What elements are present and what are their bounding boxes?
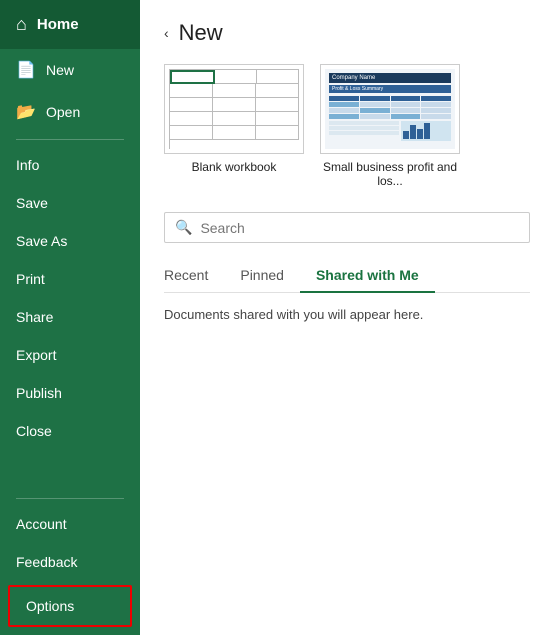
sidebar-item-feedback[interactable]: Feedback: [0, 543, 140, 581]
sidebar-item-print[interactable]: Print: [0, 260, 140, 298]
sidebar-item-publish[interactable]: Publish: [0, 374, 140, 412]
sidebar-item-save-as-label: Save As: [16, 233, 67, 249]
home-icon: ⌂: [16, 14, 27, 35]
sidebar-item-export[interactable]: Export: [0, 336, 140, 374]
tabs-row: Recent Pinned Shared with Me: [164, 259, 530, 293]
sidebar-divider-1: [16, 139, 124, 140]
shared-empty-message: Documents shared with you will appear he…: [164, 307, 530, 322]
sidebar-item-share[interactable]: Share: [0, 298, 140, 336]
template-blank-label: Blank workbook: [192, 160, 277, 174]
sidebar-item-info[interactable]: Info: [0, 146, 140, 184]
sidebar-home-label: Home: [37, 16, 79, 33]
sidebar-item-export-label: Export: [16, 347, 56, 363]
page-title: New: [179, 20, 223, 46]
sidebar-item-save-label: Save: [16, 195, 48, 211]
template-business-thumb: Company Name Profit & Loss Summary: [320, 64, 460, 154]
sidebar-item-close[interactable]: Close: [0, 412, 140, 450]
biz-header: Company Name: [329, 73, 451, 83]
sidebar-item-open-label: Open: [46, 104, 80, 120]
sidebar-item-save-as[interactable]: Save As: [0, 222, 140, 260]
options-label: Options: [26, 598, 74, 614]
sidebar-item-new[interactable]: 📄 New: [0, 49, 140, 91]
templates-row: Blank workbook Company Name Profit & Los…: [164, 64, 530, 188]
sidebar-item-open[interactable]: 📂 Open: [0, 91, 140, 133]
sidebar-item-new-label: New: [46, 62, 74, 78]
sidebar-item-print-label: Print: [16, 271, 45, 287]
open-icon: 📂: [16, 102, 36, 122]
collapse-chevron-icon[interactable]: ‹: [164, 25, 169, 41]
business-preview: Company Name Profit & Loss Summary: [325, 69, 455, 149]
template-business[interactable]: Company Name Profit & Loss Summary: [320, 64, 460, 188]
biz-subheader: Profit & Loss Summary: [329, 85, 451, 93]
sidebar-item-share-label: Share: [16, 309, 53, 325]
sidebar-item-info-label: Info: [16, 157, 39, 173]
sidebar-item-close-label: Close: [16, 423, 52, 439]
sidebar-item-feedback-label: Feedback: [16, 554, 77, 570]
search-icon: 🔍: [175, 219, 192, 236]
blank-workbook-preview: [169, 69, 299, 149]
tab-pinned[interactable]: Pinned: [224, 259, 300, 293]
search-box[interactable]: 🔍: [164, 212, 530, 243]
tab-recent[interactable]: Recent: [164, 259, 224, 293]
search-input[interactable]: [200, 220, 519, 236]
sidebar-item-home[interactable]: ⌂ Home: [0, 0, 140, 49]
grid-preview: [169, 69, 299, 149]
sidebar-bottom: Account Feedback Options: [0, 492, 140, 635]
main-header: ‹ New: [164, 20, 530, 46]
new-icon: 📄: [16, 60, 36, 80]
sidebar-item-publish-label: Publish: [16, 385, 62, 401]
tab-shared-with-me[interactable]: Shared with Me: [300, 259, 435, 293]
main-content: ‹ New: [140, 0, 554, 635]
sidebar-item-account-label: Account: [16, 516, 67, 532]
template-business-label: Small business profit and los...: [320, 160, 460, 188]
sidebar-item-save[interactable]: Save: [0, 184, 140, 222]
options-button[interactable]: Options: [8, 585, 132, 627]
sidebar-item-account[interactable]: Account: [0, 505, 140, 543]
template-blank-thumb: [164, 64, 304, 154]
sidebar: ⌂ Home 📄 New 📂 Open Info Save Save As Pr…: [0, 0, 140, 635]
sidebar-divider-2: [16, 498, 124, 499]
template-blank-workbook[interactable]: Blank workbook: [164, 64, 304, 188]
